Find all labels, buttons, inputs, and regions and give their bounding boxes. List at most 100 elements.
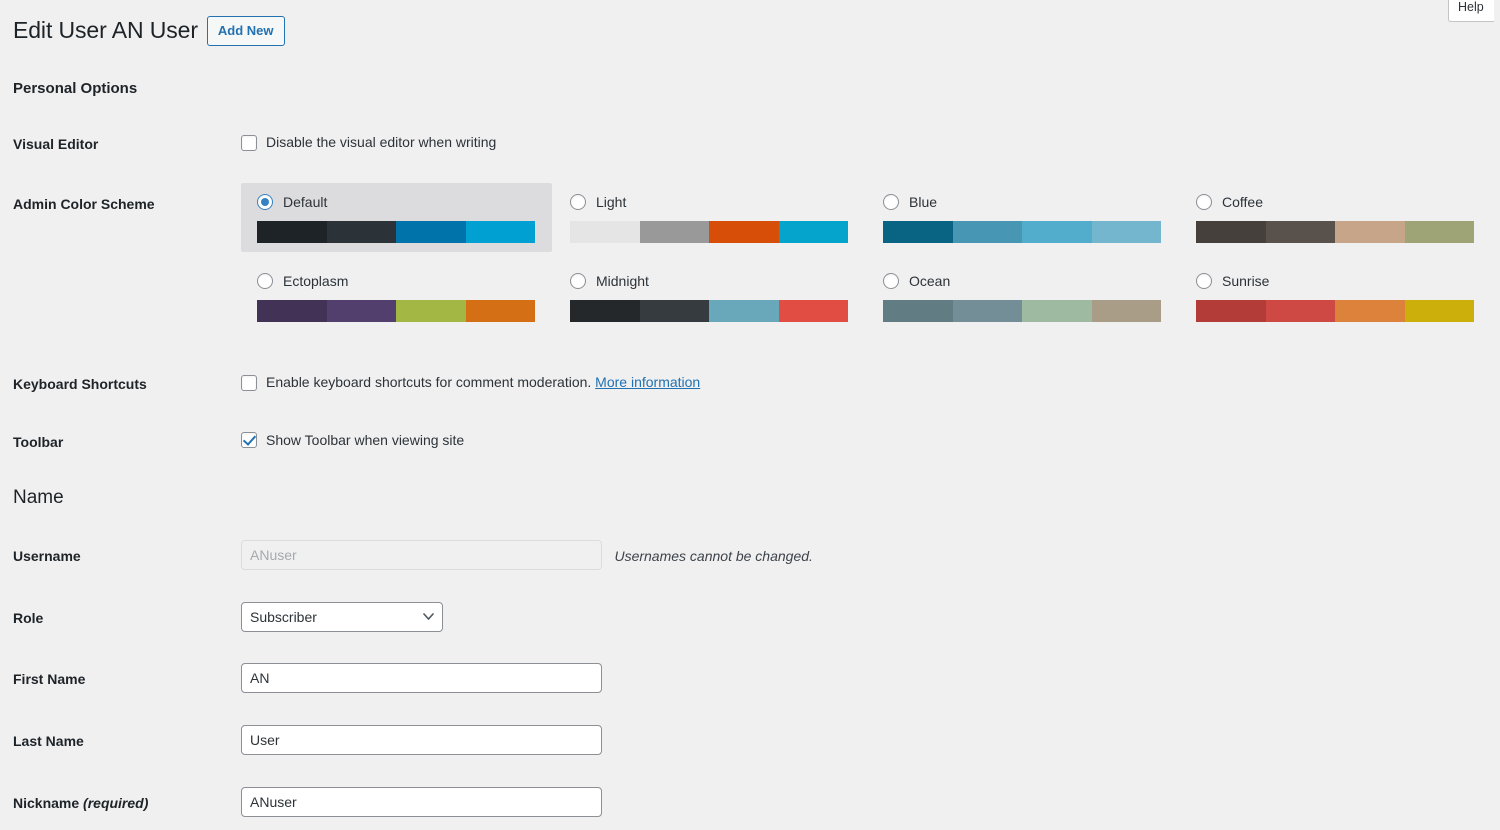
swatch-color-1: [257, 300, 327, 322]
personal-options-heading: Personal Options: [13, 78, 1500, 99]
color-scheme-swatch: [1196, 221, 1474, 243]
keyboard-shortcuts-text: Enable keyboard shortcuts for comment mo…: [266, 373, 700, 393]
keyboard-shortcuts-checkbox[interactable]: [241, 375, 257, 391]
color-scheme-label: Sunrise: [1222, 272, 1269, 290]
color-scheme-option-ocean[interactable]: Ocean: [867, 262, 1178, 331]
visual-editor-checkbox-row[interactable]: Disable the visual editor when writing: [241, 133, 1500, 153]
swatch-color-1: [883, 221, 953, 243]
keyboard-shortcuts-checkbox-label: Enable keyboard shortcuts for comment mo…: [266, 374, 591, 390]
color-scheme-option-midnight[interactable]: Midnight: [554, 262, 865, 331]
swatch-color-2: [640, 221, 710, 243]
swatch-color-3: [1022, 221, 1092, 243]
color-scheme-swatch: [570, 221, 848, 243]
toolbar-label: Toolbar: [13, 431, 241, 453]
toolbar-checkbox-label: Show Toolbar when viewing site: [266, 431, 464, 451]
color-scheme-head: Ectoplasm: [257, 272, 544, 290]
color-scheme-option-ectoplasm[interactable]: Ectoplasm: [241, 262, 552, 331]
swatch-color-3: [1335, 300, 1405, 322]
color-scheme-option-light[interactable]: Light: [554, 183, 865, 252]
color-scheme-grid: Default Light Blue Coffee Ectoplasm Midnight O…: [241, 183, 1500, 331]
visual-editor-label: Visual Editor: [13, 133, 241, 155]
color-scheme-label: Ocean: [909, 272, 950, 290]
add-new-button[interactable]: Add New: [207, 16, 285, 46]
color-scheme-label: Blue: [909, 193, 937, 211]
page-title: Edit User AN User: [13, 16, 198, 46]
row-keyboard-shortcuts: Keyboard Shortcuts Enable keyboard short…: [13, 373, 1500, 395]
personal-options-table: Visual Editor Disable the visual editor …: [13, 133, 1500, 452]
name-section-heading: Name: [13, 485, 1500, 512]
color-scheme-option-blue[interactable]: Blue: [867, 183, 1178, 252]
color-scheme-option-default[interactable]: Default: [241, 183, 552, 252]
role-label: Role: [13, 602, 241, 629]
swatch-color-2: [953, 300, 1023, 322]
swatch-color-3: [1335, 221, 1405, 243]
color-scheme-option-coffee[interactable]: Coffee: [1180, 183, 1491, 252]
first-name-field: [241, 663, 1500, 693]
color-scheme-label: Midnight: [596, 272, 649, 290]
swatch-color-2: [953, 221, 1023, 243]
color-scheme-swatch: [257, 221, 535, 243]
help-tab-button[interactable]: Help: [1448, 0, 1494, 22]
radio-blue[interactable]: [883, 194, 899, 210]
toolbar-checkbox[interactable]: [241, 432, 257, 448]
row-visual-editor: Visual Editor Disable the visual editor …: [13, 133, 1500, 155]
radio-light[interactable]: [570, 194, 586, 210]
radio-ocean[interactable]: [883, 273, 899, 289]
color-scheme-label: Coffee: [1222, 193, 1263, 211]
swatch-color-2: [640, 300, 710, 322]
username-input: [241, 540, 602, 570]
color-scheme-label: Light: [596, 193, 626, 211]
last-name-input[interactable]: [241, 725, 602, 755]
row-username: Username Usernames cannot be changed.: [13, 540, 1500, 570]
keyboard-shortcuts-checkbox-row[interactable]: Enable keyboard shortcuts for comment mo…: [241, 373, 1500, 393]
color-scheme-option-sunrise[interactable]: Sunrise: [1180, 262, 1491, 331]
row-last-name: Last Name: [13, 725, 1500, 755]
username-field: Usernames cannot be changed.: [241, 540, 1500, 570]
nickname-field: [241, 787, 1500, 817]
swatch-color-1: [1196, 221, 1266, 243]
nickname-input[interactable]: [241, 787, 602, 817]
swatch-color-4: [779, 221, 849, 243]
swatch-color-1: [257, 221, 327, 243]
swatch-color-1: [1196, 300, 1266, 322]
admin-color-scheme-field: Default Light Blue Coffee Ectoplasm Midnight O…: [241, 183, 1500, 331]
more-information-link[interactable]: More information: [595, 374, 700, 390]
color-scheme-head: Midnight: [570, 272, 857, 290]
row-toolbar: Toolbar Show Toolbar when viewing site: [13, 431, 1500, 453]
visual-editor-checkbox[interactable]: [241, 135, 257, 151]
radio-ectoplasm[interactable]: [257, 273, 273, 289]
radio-default[interactable]: [257, 194, 273, 210]
last-name-label: Last Name: [13, 725, 241, 752]
edit-user-page: Edit User AN User Add New Personal Optio…: [0, 0, 1500, 830]
swatch-color-4: [466, 300, 536, 322]
first-name-input[interactable]: [241, 663, 602, 693]
color-scheme-head: Ocean: [883, 272, 1170, 290]
role-select[interactable]: Subscriber: [241, 602, 443, 632]
toolbar-checkbox-row[interactable]: Show Toolbar when viewing site: [241, 431, 1500, 451]
swatch-color-4: [1405, 221, 1475, 243]
radio-coffee[interactable]: [1196, 194, 1212, 210]
swatch-color-4: [1405, 300, 1475, 322]
nickname-required-note: (required): [83, 795, 148, 811]
swatch-color-3: [709, 221, 779, 243]
swatch-color-4: [466, 221, 536, 243]
swatch-color-4: [1092, 221, 1162, 243]
row-admin-color-scheme: Admin Color Scheme DefaultLightBlueCoffe…: [13, 183, 1500, 331]
swatch-color-3: [1022, 300, 1092, 322]
color-scheme-label: Default: [283, 193, 327, 211]
name-table: Username Usernames cannot be changed. Ro…: [13, 540, 1500, 817]
swatch-color-2: [1266, 300, 1336, 322]
page-header: Edit User AN User Add New: [13, 12, 1500, 50]
radio-midnight[interactable]: [570, 273, 586, 289]
row-first-name: First Name: [13, 663, 1500, 693]
visual-editor-field: Disable the visual editor when writing: [241, 133, 1500, 153]
toolbar-field: Show Toolbar when viewing site: [241, 431, 1500, 451]
color-scheme-head: Blue: [883, 193, 1170, 211]
row-role: Role Subscriber: [13, 602, 1500, 632]
role-select-wrapper: Subscriber: [241, 602, 443, 632]
color-scheme-swatch: [883, 221, 1161, 243]
color-scheme-label: Ectoplasm: [283, 272, 348, 290]
help-tab-container: Help: [1448, 0, 1494, 22]
radio-sunrise[interactable]: [1196, 273, 1212, 289]
keyboard-shortcuts-label: Keyboard Shortcuts: [13, 373, 241, 395]
